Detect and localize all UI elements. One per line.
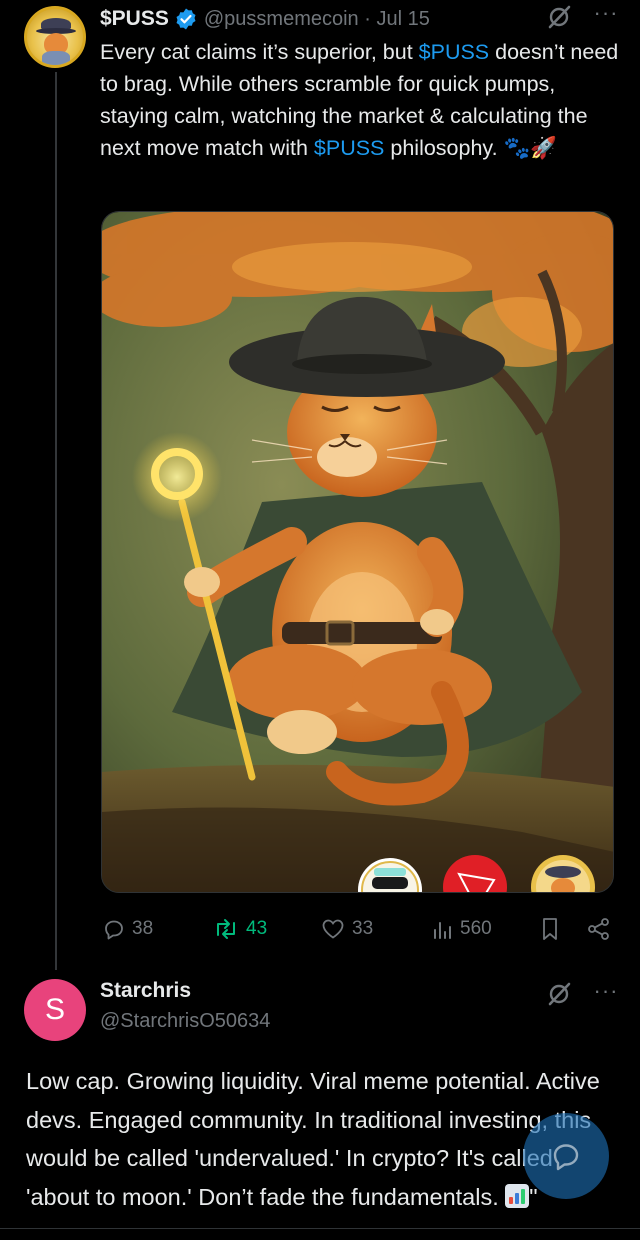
more-options-icon[interactable]: ··· (592, 978, 620, 1004)
share-button[interactable] (586, 912, 618, 946)
pussmemecoin-avatar[interactable] (24, 6, 86, 68)
repost-icon (217, 919, 235, 939)
reply-count: 38 (132, 918, 154, 939)
post-header: $PUSS @pussmemecoin · Jul 15 (100, 4, 620, 34)
bookmark-icon (543, 918, 557, 940)
reply-icon (105, 920, 123, 940)
compose-icon (553, 1144, 579, 1171)
starchris-avatar[interactable]: S (24, 979, 86, 1041)
views-chart-icon (434, 922, 451, 939)
like-count: 33 (352, 918, 374, 939)
grok-icon[interactable] (546, 4, 572, 30)
more-options-icon[interactable]: ··· (592, 2, 620, 28)
avatar-letter: S (44, 993, 65, 1026)
repost-button[interactable]: 43 (212, 912, 267, 946)
post-media-image[interactable] (101, 211, 614, 893)
bottom-navigation-bar (0, 1228, 640, 1240)
post-action-bar: 38 43 33 560 (100, 912, 620, 946)
bar-chart-emoji-icon (505, 1183, 530, 1208)
cashtag-link[interactable]: $PUSS (314, 136, 385, 160)
text-segment: philosophy. 🐾🚀 (384, 136, 558, 160)
author-handle-and-date[interactable]: @pussmemecoin · Jul 15 (204, 8, 430, 31)
like-button[interactable]: 33 (320, 912, 373, 946)
heart-icon (322, 919, 344, 939)
bookmark-button[interactable] (538, 912, 568, 946)
verified-badge-icon (174, 7, 198, 31)
text-segment: Every cat claims it’s superior, but (100, 40, 419, 64)
reply-button[interactable]: 38 (102, 912, 153, 946)
reply-author-handle[interactable]: @StarchrisO50634 (100, 1010, 270, 1033)
repost-count: 43 (246, 918, 268, 939)
reply-author-display-name[interactable]: Starchris (100, 979, 191, 1003)
author-display-name[interactable]: $PUSS (100, 7, 169, 31)
share-icon (588, 918, 609, 940)
cashtag-link[interactable]: $PUSS (419, 40, 490, 64)
post-text: Every cat claims it’s superior, but $PUS… (100, 36, 620, 164)
views-button[interactable]: 560 (430, 912, 492, 946)
grok-icon[interactable] (546, 981, 572, 1007)
thread-connector-line (55, 72, 57, 970)
views-count: 560 (460, 918, 492, 939)
compose-reply-button[interactable] (523, 1113, 609, 1199)
